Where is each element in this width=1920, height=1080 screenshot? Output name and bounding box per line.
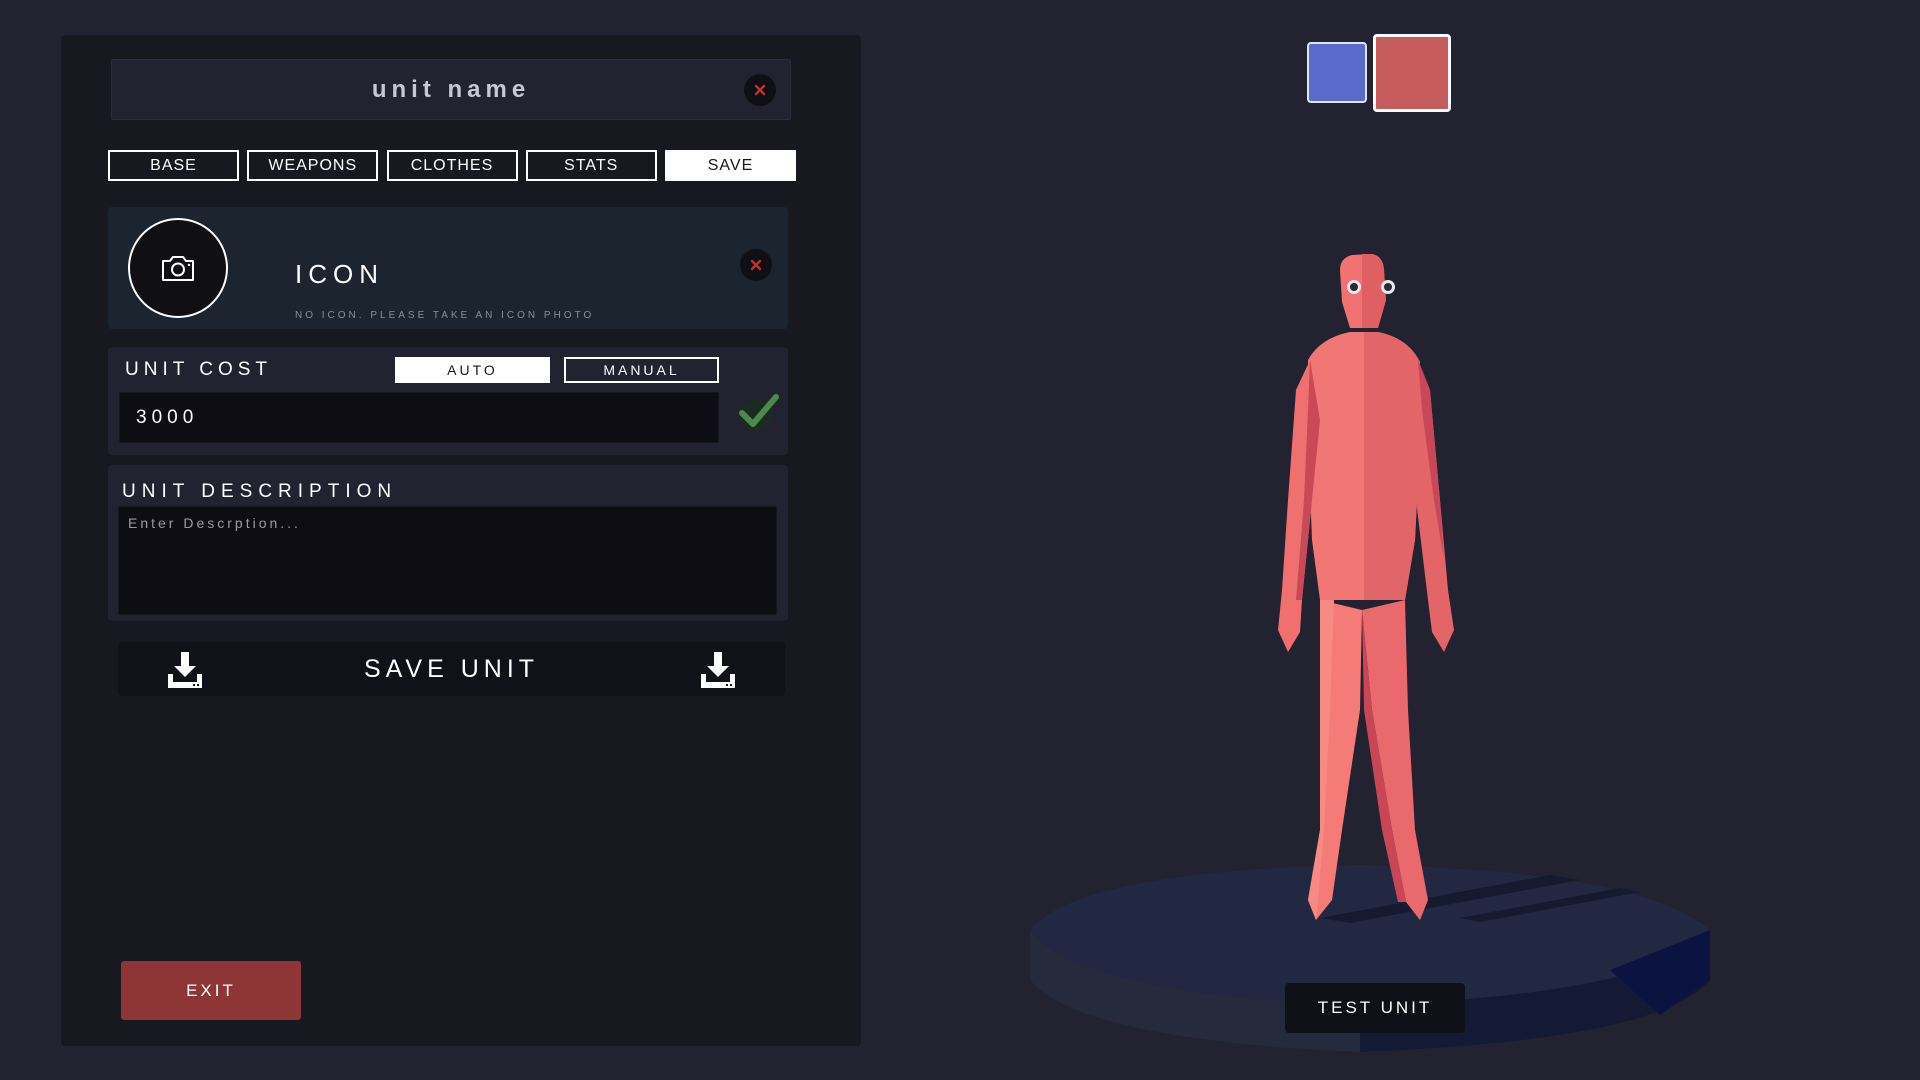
unit-model: [1278, 254, 1454, 920]
tab-weapons[interactable]: WEAPONS: [247, 150, 379, 181]
save-unit-label: SAVE UNIT: [363, 654, 540, 683]
close-icon: [754, 84, 766, 96]
unit-cost-label: UNIT COST: [125, 359, 273, 380]
download-icon: [701, 652, 735, 688]
close-icon: [750, 259, 762, 271]
exit-button[interactable]: EXIT: [121, 961, 301, 1020]
save-unit-button[interactable]: SAVE UNIT: [118, 642, 785, 696]
camera-icon: [162, 256, 194, 281]
unit-cost-input[interactable]: [119, 392, 719, 443]
icon-title: ICON: [295, 259, 384, 289]
unit-description-section: UNIT DESCRIPTION: [108, 465, 788, 621]
tab-save[interactable]: SAVE: [665, 150, 796, 181]
editor-tabs: BASE WEAPONS CLOTHES STATS SAVE: [108, 150, 796, 181]
icon-status-text: NO ICON. PLEASE TAKE AN ICON PHOTO: [295, 310, 595, 321]
check-icon: [739, 394, 779, 431]
clear-icon-button[interactable]: [740, 249, 772, 281]
tab-base[interactable]: BASE: [108, 150, 239, 181]
unit-description-input[interactable]: [118, 506, 777, 615]
tab-stats[interactable]: STATS: [525, 150, 657, 181]
test-unit-button[interactable]: TEST UNIT: [1285, 983, 1465, 1033]
icon-section: ICON NO ICON. PLEASE TAKE AN ICON PHOTO: [108, 207, 788, 329]
team-color-blue-swatch[interactable]: [1307, 42, 1367, 103]
unit-name-field[interactable]: unit name: [111, 59, 791, 120]
clear-name-button[interactable]: [744, 74, 776, 106]
tab-clothes[interactable]: CLOTHES: [386, 150, 518, 181]
unit-cost-section: UNIT COST AUTO MANUAL: [108, 347, 788, 455]
unit-preview-stage: [1030, 254, 1710, 1052]
cost-mode-manual-button[interactable]: MANUAL: [564, 357, 719, 383]
team-color-red-swatch[interactable]: [1373, 34, 1451, 112]
unit-description-label: UNIT DESCRIPTION: [122, 481, 398, 502]
unit-name-text: unit name: [371, 75, 531, 103]
take-icon-photo-button[interactable]: [128, 218, 228, 318]
download-icon: [168, 652, 202, 688]
unit-editor-panel: unit name BASE WEAPONS CLOTHES STATS SAV…: [61, 35, 861, 1046]
cost-mode-auto-button[interactable]: AUTO: [395, 357, 550, 383]
